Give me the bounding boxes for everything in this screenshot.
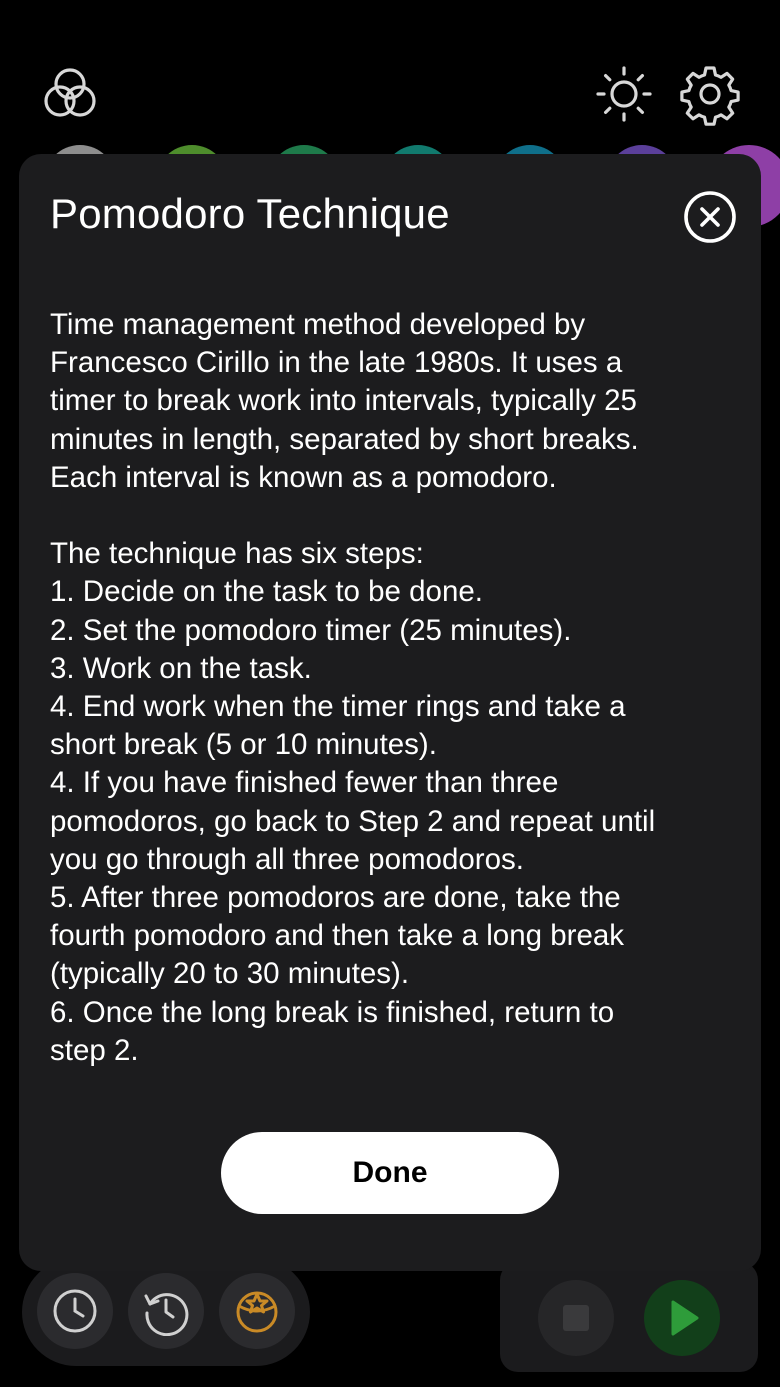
body-line: 4. If you have finished fewer than three bbox=[50, 766, 559, 800]
timer-mode-panel bbox=[22, 1258, 310, 1366]
done-button[interactable]: Done bbox=[221, 1132, 559, 1214]
body-line: 4. End work when the timer rings and tak… bbox=[50, 690, 626, 724]
playback-panel bbox=[500, 1262, 758, 1372]
play-icon bbox=[671, 1300, 699, 1336]
body-line: (typically 20 to 30 minutes). bbox=[50, 957, 410, 991]
body-line: Each interval is known as a pomodoro. bbox=[50, 460, 557, 494]
badge-mode-button[interactable] bbox=[219, 1273, 295, 1349]
body-line: 1. Decide on the task to be done. bbox=[50, 575, 483, 609]
body-line: minutes in length, separated by short br… bbox=[50, 422, 639, 456]
body-line: short break (5 or 10 minutes). bbox=[50, 728, 437, 762]
body-line: Time management method developed by bbox=[50, 308, 586, 341]
close-button[interactable] bbox=[683, 190, 737, 244]
rings-icon[interactable] bbox=[38, 62, 102, 126]
gear-icon[interactable] bbox=[678, 62, 742, 126]
body-line: 3. Work on the task. bbox=[50, 651, 312, 685]
body-line: you go through all three pomodoros. bbox=[50, 842, 524, 876]
history-icon bbox=[144, 1293, 189, 1336]
stop-icon bbox=[563, 1305, 589, 1331]
body-line: timer to break work into intervals, typi… bbox=[50, 384, 637, 418]
app-screen: Pomodoro Technique Time management metho… bbox=[0, 0, 780, 1387]
close-circle-icon bbox=[684, 191, 736, 243]
history-mode-button[interactable] bbox=[128, 1273, 204, 1349]
modal-body: Time management method developed by Fran… bbox=[50, 306, 740, 1070]
body-line: The technique has six steps: bbox=[50, 537, 424, 571]
body-line: Francesco Cirillo in the late 1980s. It … bbox=[50, 346, 623, 380]
play-button[interactable] bbox=[644, 1280, 720, 1356]
body-line: 2. Set the pomodoro timer (25 minutes). bbox=[50, 613, 572, 647]
badge-icon bbox=[236, 1291, 278, 1333]
body-line: step 2. bbox=[50, 1033, 139, 1067]
body-line: fourth pomodoro and then take a long bre… bbox=[50, 919, 625, 953]
clock-icon bbox=[53, 1289, 97, 1333]
body-line: 6. Once the long break is finished, retu… bbox=[50, 995, 615, 1029]
modal-title: Pomodoro Technique bbox=[50, 190, 450, 237]
body-line: 5. After three pomodoros are done, take … bbox=[50, 881, 621, 915]
body-line: pomodoros, go back to Step 2 and repeat … bbox=[50, 804, 656, 838]
info-modal: Pomodoro Technique Time management metho… bbox=[19, 154, 761, 1271]
timer-mode-button[interactable] bbox=[37, 1273, 113, 1349]
sun-icon[interactable] bbox=[592, 62, 656, 126]
stop-button[interactable] bbox=[538, 1280, 614, 1356]
